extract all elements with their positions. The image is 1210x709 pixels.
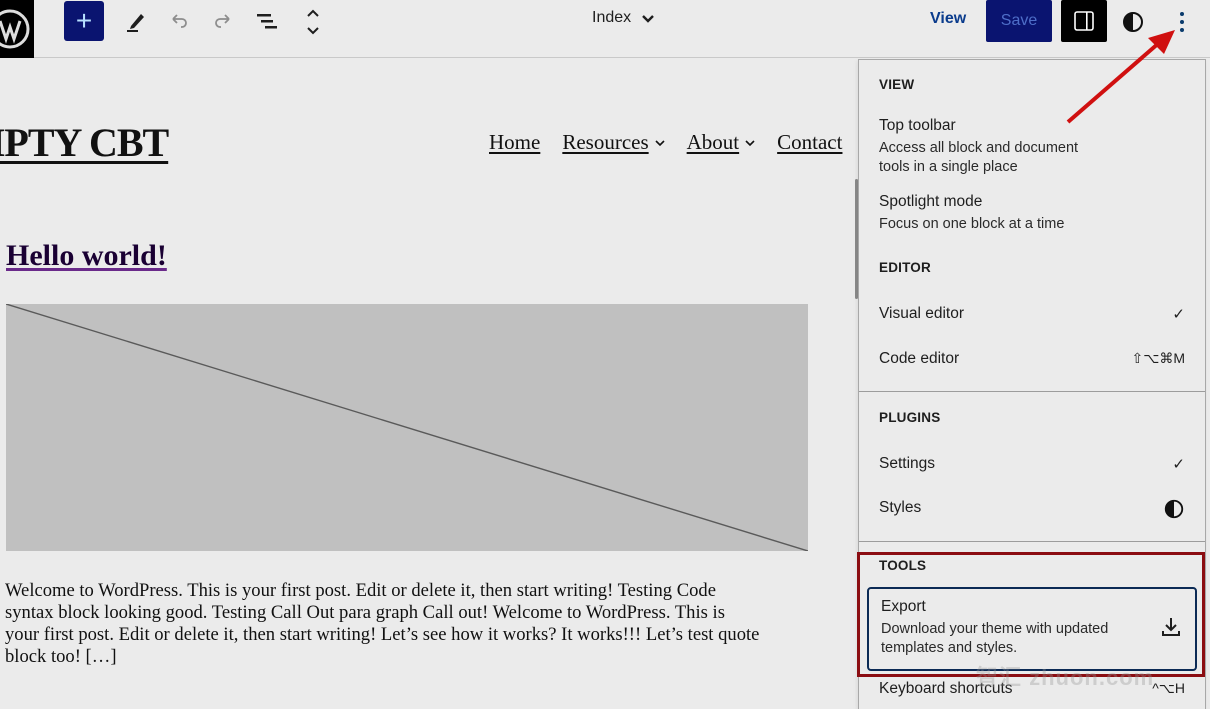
styles-button[interactable]: [1118, 7, 1148, 37]
item-description: Download your theme with updated templat…: [881, 620, 1183, 658]
nav-item-about[interactable]: About: [687, 130, 756, 155]
list-view-icon: [257, 14, 277, 29]
view-button[interactable]: View: [930, 10, 966, 28]
nav-item-label: About: [686, 130, 740, 154]
desc-line: Access all block and document: [879, 140, 1079, 156]
item-title: Spotlight mode: [879, 193, 983, 210]
excerpt-line: block too! […]: [5, 646, 117, 667]
check-icon: ✓: [1172, 456, 1185, 473]
featured-image-placeholder[interactable]: [5, 303, 809, 552]
excerpt-line: syntax block looking good. Testing Call …: [5, 602, 725, 623]
desc-line: templates and styles.: [881, 640, 1018, 656]
item-description: Focus on one block at a time: [879, 216, 1065, 232]
post-excerpt: Welcome to WordPress. This is your first…: [5, 580, 835, 668]
desc-line: tools in a single place: [879, 159, 1018, 175]
chevron-down-icon: [642, 15, 654, 23]
menu-item-export[interactable]: Export Download your theme with updated …: [867, 587, 1197, 671]
settings-sidebar-toggle[interactable]: [1061, 0, 1107, 42]
menu-item-code-editor[interactable]: Code editor ⇧⌥⌘M: [879, 350, 1185, 368]
site-title[interactable]: EMPTY CBT: [0, 119, 169, 166]
item-title: Settings: [879, 455, 936, 472]
nav-item-label: Resources: [562, 130, 649, 154]
menu-item-styles[interactable]: Styles: [879, 499, 1185, 519]
nav-item-label: Home: [489, 130, 541, 154]
undo-button[interactable]: [161, 0, 197, 42]
document-navigation-button[interactable]: [295, 0, 331, 42]
item-title: Keyboard shortcuts: [879, 680, 1013, 697]
undo-icon: [172, 14, 187, 28]
group-label: PLUGINS: [879, 410, 941, 425]
editor-canvas[interactable]: EMPTY CBT Home Resources About Contact H…: [0, 59, 858, 709]
redo-icon: [215, 14, 230, 28]
site-navigation: Home Resources About Contact: [489, 130, 842, 155]
vertical-ellipsis-icon: [1180, 12, 1184, 32]
menu-item-top-toolbar[interactable]: Top toolbar Access all block and documen…: [879, 117, 1078, 177]
shortcut-label: ^⌥H: [1152, 680, 1185, 696]
options-dropdown-menu: VIEW Top toolbar Access all block and do…: [857, 59, 1206, 709]
item-title: Styles: [879, 499, 922, 516]
document-title: Index: [592, 9, 632, 26]
menu-item-settings[interactable]: Settings ✓: [879, 455, 1185, 473]
menu-group-plugins: PLUGINS Settings ✓ Styles: [859, 392, 1205, 542]
menu-group-tools: TOOLS Export Download your theme with up…: [857, 542, 1205, 709]
menu-group-view: VIEW Top toolbar Access all block and do…: [859, 60, 1205, 250]
item-description: Access all block and document tools in a…: [879, 139, 1078, 177]
tools-button[interactable]: [117, 0, 153, 42]
wordpress-logo-icon: [0, 9, 30, 49]
item-title: Top toolbar: [879, 117, 956, 134]
group-label: TOOLS: [879, 558, 927, 573]
menu-item-spotlight-mode[interactable]: Spotlight mode Focus on one block at a t…: [879, 193, 1064, 234]
nav-item-home[interactable]: Home: [489, 130, 540, 155]
placeholder-diagonal: [5, 303, 809, 552]
options-menu-button[interactable]: [1170, 6, 1194, 38]
half-circle-icon: [1164, 499, 1184, 519]
pencil-icon: [127, 14, 144, 32]
desc-line: Download your theme with updated: [881, 621, 1109, 637]
redo-button[interactable]: [205, 0, 241, 42]
save-button[interactable]: Save: [986, 0, 1052, 42]
menu-item-visual-editor[interactable]: Visual editor ✓: [879, 305, 1185, 323]
chevron-down-icon: [655, 139, 665, 146]
check-icon: ✓: [1172, 306, 1185, 323]
document-title-dropdown[interactable]: Index: [592, 9, 655, 27]
nav-item-contact[interactable]: Contact: [777, 130, 842, 155]
excerpt-line: your first post. Edit or delete it, then…: [5, 624, 760, 645]
nav-item-label: Contact: [777, 130, 843, 154]
editor-header: + Index View Save: [0, 0, 1210, 58]
excerpt-line: Welcome to WordPress. This is your first…: [5, 580, 716, 601]
menu-group-editor: EDITOR Visual editor ✓ Code editor ⇧⌥⌘M: [859, 250, 1205, 392]
shortcut-label: ⇧⌥⌘M: [1131, 350, 1185, 366]
chevron-up-down-icon: [307, 9, 319, 35]
menu-item-keyboard-shortcuts[interactable]: Keyboard shortcuts ^⌥H: [879, 680, 1185, 698]
chevron-down-icon: [745, 139, 755, 146]
half-circle-icon: [1123, 12, 1143, 32]
styles-suffix: [1163, 498, 1185, 524]
list-view-button[interactable]: [249, 0, 285, 42]
nav-item-resources[interactable]: Resources: [562, 130, 665, 155]
download-icon: [1162, 618, 1180, 636]
item-title: Export: [881, 598, 926, 615]
wordpress-logo-button[interactable]: [0, 0, 34, 58]
post-title-link[interactable]: Hello world!: [6, 239, 167, 273]
item-title: Visual editor: [879, 305, 965, 322]
group-label: VIEW: [879, 77, 915, 92]
add-block-button[interactable]: +: [64, 1, 104, 41]
group-label: EDITOR: [879, 260, 931, 275]
sidebar-toggle-icon: [1074, 11, 1094, 31]
